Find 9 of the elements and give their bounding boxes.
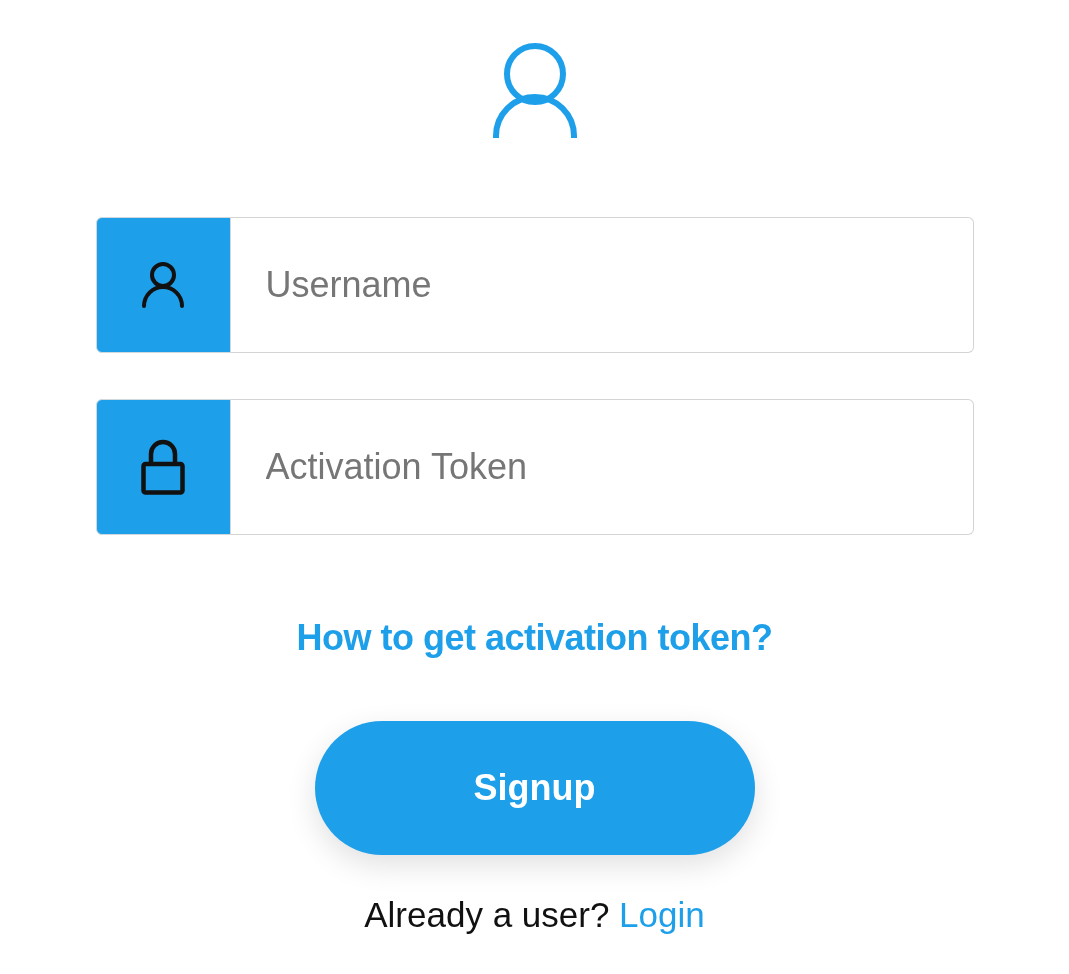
lock-icon (141, 439, 185, 495)
signup-button[interactable]: Signup (314, 721, 755, 855)
input-field[interactable]: Username (230, 217, 974, 353)
help-link[interactable]: How to get activation token? (296, 614, 773, 662)
input-field[interactable]: Activation Token (230, 399, 974, 535)
login-link[interactable]: Login (619, 895, 705, 934)
login-prompt: Already a user? Login (364, 894, 705, 936)
user-icon (142, 262, 184, 308)
user-icon (491, 42, 578, 138)
